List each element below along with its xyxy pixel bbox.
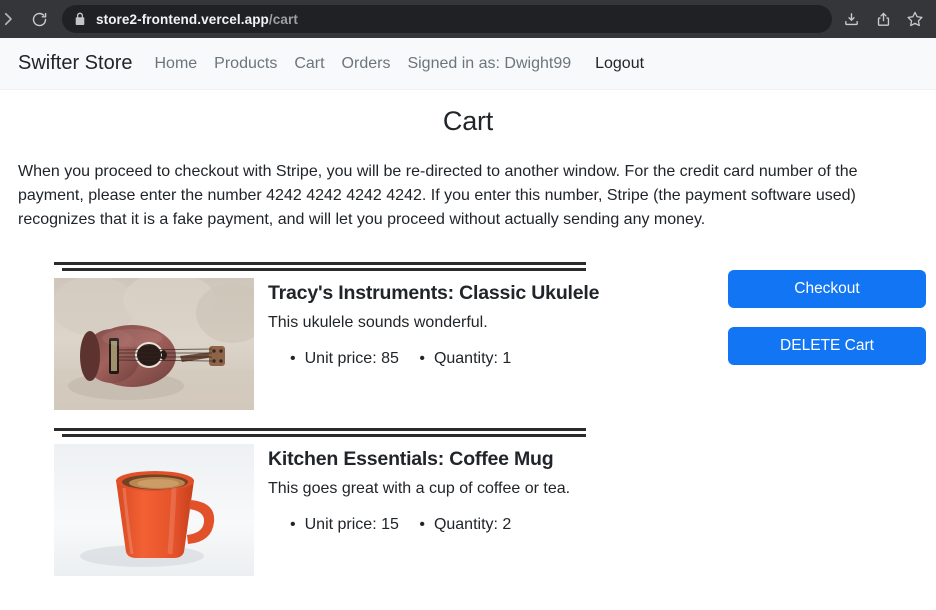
nav-links: Home Products Cart Orders Signed in as: … <box>154 55 644 73</box>
address-bar[interactable]: store2-frontend.vercel.app/cart <box>62 5 832 33</box>
url-text: store2-frontend.vercel.app/cart <box>96 12 298 27</box>
item-divider <box>18 428 918 437</box>
nav-link-cart[interactable]: Cart <box>294 55 324 73</box>
install-app-icon[interactable] <box>838 6 864 32</box>
forward-arrow-icon[interactable] <box>0 6 20 32</box>
cart-item: Kitchen Essentials: Coffee Mug This goes… <box>18 428 918 576</box>
browser-toolbar: store2-frontend.vercel.app/cart <box>0 0 936 38</box>
nav-link-products[interactable]: Products <box>214 55 277 73</box>
divider-rule-top <box>54 262 586 265</box>
page-title: Cart <box>442 106 494 136</box>
browser-action-icons <box>838 6 928 32</box>
site-navbar: Swifter Store Home Products Cart Orders … <box>0 38 936 90</box>
divider-rule-top <box>54 428 586 431</box>
lock-icon <box>74 12 86 26</box>
brand-logo[interactable]: Swifter Store <box>18 52 132 75</box>
reload-icon[interactable] <box>26 6 52 32</box>
share-icon[interactable] <box>870 6 896 32</box>
cart-item-meta: Unit price: 15 Quantity: 2 <box>268 516 570 534</box>
logout-link[interactable]: Logout <box>595 55 644 73</box>
checkout-button[interactable]: Checkout <box>728 270 926 308</box>
nav-link-orders[interactable]: Orders <box>342 55 391 73</box>
divider-rule-bottom <box>62 434 586 437</box>
quantity: Quantity: 2 <box>419 516 511 533</box>
coffee-mug-photo <box>54 444 254 576</box>
delete-cart-button[interactable]: DELETE Cart <box>728 327 926 365</box>
signed-in-status: Signed in as: Dwight99 <box>407 54 572 72</box>
star-bookmark-icon[interactable] <box>902 6 928 32</box>
cart-item-meta: Unit price: 85 Quantity: 1 <box>268 350 599 368</box>
checkout-instructions: When you proceed to checkout with Stripe… <box>18 163 858 228</box>
cart-actions: Checkout DELETE Cart <box>728 270 926 365</box>
divider-rule-bottom <box>62 268 586 271</box>
page-content: Cart When you proceed to checkout with S… <box>0 106 936 576</box>
url-path: /cart <box>268 11 298 27</box>
cart-item-description: This ukulele sounds wonderful. <box>268 314 488 331</box>
url-host: store2-frontend.vercel.app <box>96 11 269 27</box>
cart-item-description: This goes great with a cup of coffee or … <box>268 480 571 497</box>
cart-item-row: Kitchen Essentials: Coffee Mug This goes… <box>18 444 918 576</box>
cart-item-title: Tracy's Instruments: Classic Ukulele <box>268 282 600 304</box>
unit-price: Unit price: 15 <box>290 516 399 533</box>
ukulele-photo <box>54 278 254 410</box>
nav-link-home[interactable]: Home <box>154 55 197 73</box>
cart-item-info: Kitchen Essentials: Coffee Mug This goes… <box>268 444 570 534</box>
unit-price: Unit price: 85 <box>290 350 399 367</box>
cart-item-info: Tracy's Instruments: Classic Ukulele Thi… <box>268 278 599 368</box>
quantity: Quantity: 1 <box>419 350 511 367</box>
cart-list: Tracy's Instruments: Classic Ukulele Thi… <box>18 262 926 576</box>
cart-item-title: Kitchen Essentials: Coffee Mug <box>268 448 554 470</box>
